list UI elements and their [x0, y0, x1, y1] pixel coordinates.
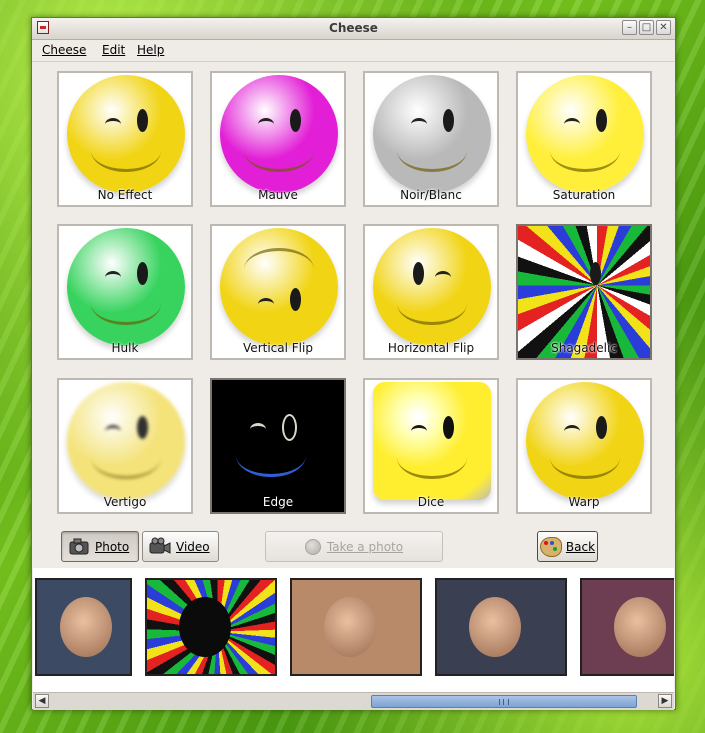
mouth-icon [397, 129, 467, 172]
person-silhouette [324, 596, 376, 657]
smiley-face-icon [373, 228, 491, 346]
effect-label: Edge [262, 495, 294, 509]
take-photo-button[interactable]: Take a photo [265, 531, 443, 562]
photo-mode-button[interactable]: Photo [61, 531, 139, 562]
effect-tile[interactable]: Horizontal Flip [363, 224, 499, 360]
menu-help[interactable]: Help [137, 43, 164, 57]
mouth-icon [91, 436, 161, 479]
mouth-icon [244, 248, 314, 291]
person-silhouette [60, 596, 113, 657]
effect-label: Saturation [552, 188, 616, 202]
video-mode-button[interactable]: Video [142, 531, 219, 562]
smiley-face-icon [212, 380, 344, 512]
thumbnail-photo-1[interactable] [35, 578, 132, 676]
palette-icon [539, 536, 562, 557]
effect-label: Hulk [111, 341, 139, 355]
mouth-icon [236, 434, 306, 477]
photo-gallery [33, 568, 674, 692]
effect-label: Mauve [258, 188, 298, 202]
maximize-icon[interactable]: □ [639, 20, 654, 35]
scroll-left-icon[interactable]: ◀ [35, 694, 49, 708]
mouth-icon [550, 129, 620, 172]
gallery-scrollbar[interactable]: ◀ ▶ [33, 692, 674, 710]
effect-tile[interactable]: No Effect [57, 71, 193, 207]
menu-bar: Cheese Edit Help [32, 39, 675, 62]
smiley-face-icon [67, 228, 185, 346]
back-button[interactable]: Back [537, 531, 598, 562]
mouth-icon [91, 129, 161, 172]
cheese-window: Cheese – □ ✕ Cheese Edit Help No Effect M… [31, 17, 676, 710]
smiley-face-icon [373, 382, 491, 500]
effect-label: Noir/Blanc [400, 188, 462, 202]
smiley-face-icon [220, 75, 338, 193]
title-bar[interactable]: Cheese – □ ✕ [32, 18, 675, 40]
grip-icon [499, 698, 509, 705]
eye-icon [290, 288, 301, 311]
smiley-face-icon [373, 75, 491, 193]
camera-icon [68, 537, 90, 557]
thumbnail-photo-5[interactable] [580, 578, 674, 676]
smiley-face-icon [67, 75, 185, 193]
mouth-icon [550, 436, 620, 479]
effect-label: Shagadelic [551, 341, 617, 355]
effect-tile[interactable]: Warp [516, 378, 652, 514]
scroll-right-icon[interactable]: ▶ [658, 694, 672, 708]
smiley-face-icon [526, 75, 644, 193]
menu-cheese[interactable]: Cheese [42, 43, 86, 57]
eye-icon [590, 262, 601, 285]
person-silhouette [614, 596, 666, 657]
video-camera-icon [149, 537, 171, 557]
mouth-icon [244, 129, 314, 172]
effect-tile[interactable]: Noir/Blanc [363, 71, 499, 207]
effect-tile[interactable]: Vertigo [57, 378, 193, 514]
effect-tile[interactable]: Mauve [210, 71, 346, 207]
effect-tile[interactable]: Shagadelic [516, 224, 652, 360]
mouth-icon [397, 436, 467, 479]
effect-label: Vertigo [103, 495, 147, 509]
video-mode-label: Video [176, 539, 210, 554]
smiley-face-icon [67, 382, 185, 500]
photo-mode-label: Photo [95, 539, 130, 554]
person-silhouette [469, 596, 521, 657]
effect-tile[interactable]: Dice [363, 378, 499, 514]
effect-label: Vertical Flip [243, 341, 313, 355]
thumbnail-photo-4[interactable] [435, 578, 567, 676]
shutter-icon [304, 538, 321, 555]
mouth-icon [91, 282, 161, 325]
effect-tile[interactable]: Vertical Flip [210, 224, 346, 360]
effect-label: Dice [417, 495, 445, 509]
window-title: Cheese [329, 21, 378, 35]
effect-label: Horizontal Flip [387, 341, 475, 355]
effect-label: Warp [568, 495, 600, 509]
menu-edit[interactable]: Edit [102, 43, 125, 57]
smiley-face-icon [220, 228, 338, 346]
effects-grid: No Effect Mauve Noir/Blanc Saturation Hulk Ve… [33, 61, 674, 529]
effect-tile[interactable]: Edge [210, 378, 346, 514]
effect-tile[interactable]: Saturation [516, 71, 652, 207]
wink-icon [258, 298, 274, 311]
effect-tile[interactable]: Hulk [57, 224, 193, 360]
thumbnail-photo-3[interactable] [290, 578, 422, 676]
take-photo-label: Take a photo [326, 539, 404, 554]
close-icon[interactable]: ✕ [656, 20, 671, 35]
smiley-face-icon [518, 226, 650, 358]
minimize-icon[interactable]: – [622, 20, 637, 35]
smiley-face-icon [526, 382, 644, 500]
scrollbar-thumb[interactable] [371, 695, 637, 708]
person-silhouette [179, 596, 231, 657]
thumbnail-photo-2[interactable] [145, 578, 277, 676]
effect-label: No Effect [97, 188, 153, 202]
back-label: Back [565, 539, 596, 554]
mouth-icon [397, 282, 467, 325]
